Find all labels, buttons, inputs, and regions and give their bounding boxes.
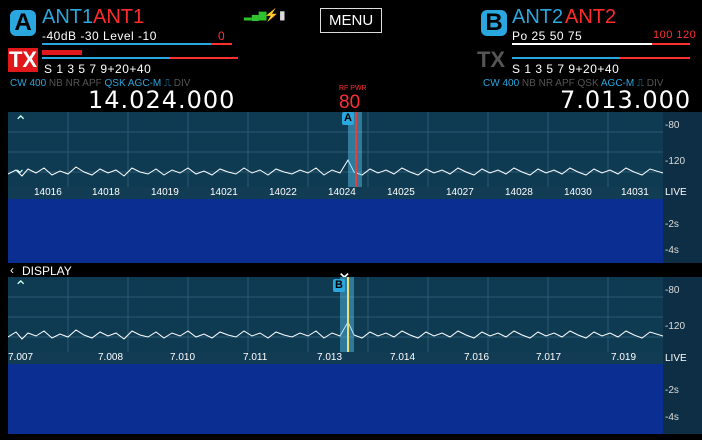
vfo-a-nr[interactable]: NR xyxy=(66,78,80,89)
rf-power-value[interactable]: 80 xyxy=(339,92,360,114)
tick-a-1: 14018 xyxy=(92,187,120,198)
panadapter-a-expand-icon[interactable]: ⌄ xyxy=(14,160,26,177)
rf-power-label: RF PWR xyxy=(339,85,367,92)
panadapter-a-right-scale: -80 -120 LIVE -2s -4s xyxy=(663,112,702,263)
tick-a-8: 14028 xyxy=(505,187,533,198)
scale-b-120: -120 xyxy=(665,321,686,332)
vfo-b-frequency[interactable]: 7.013.000 xyxy=(560,86,691,114)
tick-a-5: 14024 xyxy=(328,187,356,198)
vfo-a-power-meter xyxy=(42,50,82,55)
tick-a-7: 14027 xyxy=(446,187,474,198)
vfo-a-frequency[interactable]: 14.024.000 xyxy=(88,86,235,114)
tick-b-1: 7.008 xyxy=(98,352,124,363)
panadapter-a-live[interactable]: LIVE xyxy=(665,187,687,198)
vfo-a-mode[interactable]: CW xyxy=(10,78,27,89)
vfo-a-level-scale-red: 0 xyxy=(218,29,226,43)
tick-b-5: 7.014 xyxy=(390,352,416,363)
panadapter-b-collapse-icon[interactable]: ⌃ xyxy=(14,277,27,297)
vfo-b-power-scale: Po 25 50 75 xyxy=(512,29,583,43)
vfo-a-s-meter-red xyxy=(170,57,238,59)
panadapter-a-marker-label: A xyxy=(342,112,354,125)
vfo-b-badge[interactable]: B xyxy=(481,10,507,36)
panadapter-a-spectrum xyxy=(8,112,663,187)
panadapter-a-center-line xyxy=(355,112,357,187)
vfo-b-s-meter-red xyxy=(620,57,690,59)
panadapter-b-live[interactable]: LIVE xyxy=(665,353,687,364)
wf-a-4s: -4s xyxy=(665,245,679,256)
panadapter-a-axis: 14016 14018 14019 14021 14022 14024 1402… xyxy=(8,187,663,199)
wf-b-4s: -4s xyxy=(665,412,679,423)
tick-b-8: 7.019 xyxy=(611,352,637,363)
vfo-a-rx-antenna[interactable]: ANT1 xyxy=(93,6,144,29)
vfo-b-power-scale-red: 100 120 xyxy=(653,29,697,41)
tick-a-10: 14031 xyxy=(621,187,649,198)
battery-icon: ⚡▮ xyxy=(264,8,286,22)
vfo-b-power-bar xyxy=(512,43,652,45)
scale-a-120: -120 xyxy=(665,156,686,167)
tick-b-3: 7.011 xyxy=(243,352,268,363)
tick-a-6: 14025 xyxy=(387,187,415,198)
vfo-a-tx-antenna[interactable]: ANT1 xyxy=(42,6,93,29)
vfo-a-nb[interactable]: NB xyxy=(49,78,63,89)
display-back-icon[interactable]: ‹ xyxy=(10,263,14,277)
tick-a-9: 14030 xyxy=(564,187,592,198)
vfo-b-power-bar-red xyxy=(652,43,690,45)
tick-b-4: 7.013 xyxy=(317,352,343,363)
vfo-a-level-scale: -40dB -30 Level -10 xyxy=(42,29,157,43)
menu-button[interactable]: MENU xyxy=(320,8,383,33)
panadapter-b-axis: 7.007 7.008 7.010 7.011 7.013 7.014 7.01… xyxy=(8,352,663,364)
tick-a-3: 14021 xyxy=(210,187,238,198)
panadapter-a-collapse-icon[interactable]: ⌃ xyxy=(14,112,27,132)
display-button[interactable]: DISPLAY xyxy=(22,264,72,278)
vfo-b-nb[interactable]: NB xyxy=(522,78,536,89)
vfo-a-tx-indicator[interactable]: TX xyxy=(8,48,38,72)
display-bar: ‹ DISPLAY ⌄ xyxy=(0,261,702,283)
vfo-b-s-scale: S 1 3 5 7 9+20+40 xyxy=(512,62,620,76)
tick-b-6: 7.016 xyxy=(464,352,490,363)
waterfall-a[interactable] xyxy=(8,199,663,263)
waterfall-b[interactable] xyxy=(8,364,663,434)
panadapter-b-right-scale: -80 -120 LIVE -2s -4s xyxy=(663,277,702,434)
vfo-b-nr[interactable]: NR xyxy=(539,78,553,89)
wf-a-2s: -2s xyxy=(665,219,679,230)
vfo-a-bandwidth[interactable]: 400 xyxy=(29,78,46,89)
scale-a-80: -80 xyxy=(665,120,680,131)
vfo-b-tx-indicator[interactable]: TX xyxy=(476,48,506,72)
vfo-a-level-bar xyxy=(42,43,232,45)
tick-a-4: 14022 xyxy=(269,187,297,198)
scale-b-80: -80 xyxy=(665,285,680,296)
panadapter-a[interactable]: A ⌃ ⌄ xyxy=(8,112,663,187)
panadapter-b-marker-label: B xyxy=(333,279,345,292)
vfo-a-badge[interactable]: A xyxy=(10,10,36,36)
vfo-b-rx-antenna[interactable]: ANT2 xyxy=(565,6,616,29)
vfo-a-s-scale: S 1 3 5 7 9+20+40 xyxy=(44,62,152,76)
tick-b-0: 7.007 xyxy=(8,352,34,363)
vfo-a-level-bar-red xyxy=(211,43,232,45)
tick-a-0: 14016 xyxy=(34,187,62,198)
tick-b-7: 7.017 xyxy=(536,352,562,363)
vfo-b-mode[interactable]: CW xyxy=(483,78,500,89)
panadapter-b-center-line xyxy=(347,277,349,352)
panadapter-b[interactable]: B ⌃ xyxy=(8,277,663,352)
vfo-b-bandwidth[interactable]: 400 xyxy=(502,78,519,89)
wf-b-2s: -2s xyxy=(665,385,679,396)
tick-a-2: 14019 xyxy=(151,187,179,198)
vfo-b-tx-antenna[interactable]: ANT2 xyxy=(512,6,563,29)
tick-b-2: 7.010 xyxy=(170,352,196,363)
